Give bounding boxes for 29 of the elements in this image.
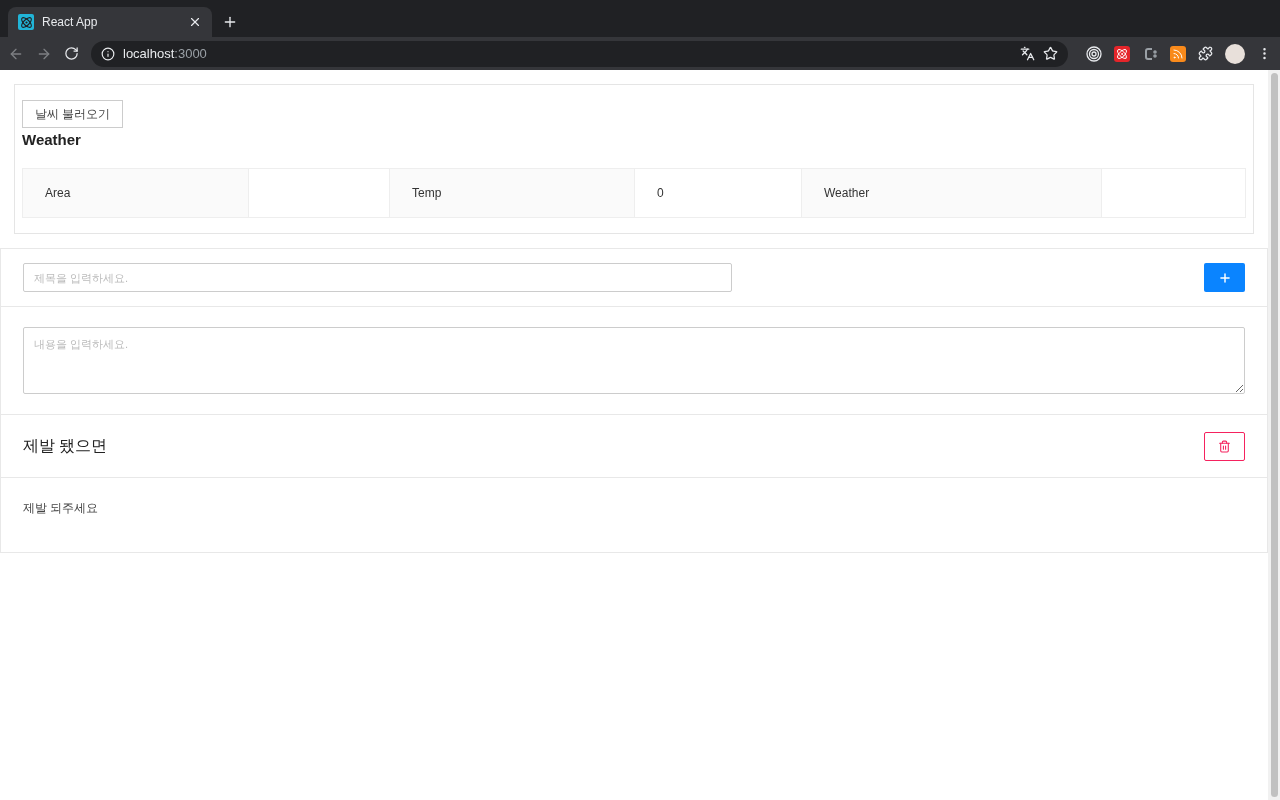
url-text: localhost:3000: [123, 46, 208, 61]
load-weather-button[interactable]: 날씨 불러오기: [22, 100, 124, 128]
atom-icon: [18, 14, 34, 30]
info-icon: [101, 46, 115, 61]
label-cell: Temp: [390, 169, 635, 217]
title-input[interactable]: 제목을 입력하세요.: [23, 263, 732, 292]
add-button[interactable]: [1204, 263, 1245, 292]
plus-icon: [1217, 270, 1232, 285]
label-cell: Area: [23, 169, 249, 217]
tab-title: React App: [42, 15, 99, 29]
target-icon[interactable]: [1086, 45, 1102, 62]
weather-heading: Weather: [22, 131, 82, 148]
note-body: 제발 되주세요: [23, 500, 99, 517]
avatar-icon[interactable]: [1225, 43, 1245, 64]
reload-icon[interactable]: [64, 46, 79, 61]
delete-button[interactable]: [1204, 432, 1245, 461]
rss-icon[interactable]: [1170, 45, 1186, 62]
translate-icon[interactable]: [1020, 46, 1035, 61]
extension-icon[interactable]: [1142, 45, 1158, 62]
puzzle-icon[interactable]: [1198, 46, 1213, 61]
label-cell: Weather: [802, 169, 1102, 217]
address-bar[interactable]: localhost:3000: [91, 40, 1068, 67]
trash-icon: [1218, 440, 1231, 453]
close-icon[interactable]: [188, 15, 202, 29]
extension-icon[interactable]: [1114, 45, 1130, 62]
browser-tab[interactable]: React App: [8, 7, 212, 37]
content-textarea[interactable]: 내용을 입력하세요.: [23, 327, 1245, 394]
star-icon[interactable]: [1043, 46, 1058, 61]
note-title: 제발 됐으면: [23, 436, 108, 456]
